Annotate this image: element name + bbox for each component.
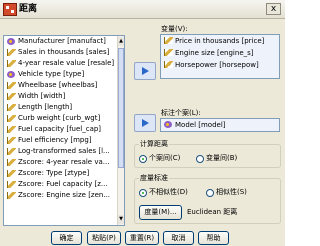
source-variable-item[interactable]: Wheelbase [wheelbas] bbox=[4, 80, 124, 91]
help-button[interactable]: 帮助 bbox=[198, 231, 229, 245]
calculate-distance-label: 计算距离 bbox=[139, 140, 169, 149]
source-variable-item[interactable]: Zscore: Fuel capacity [z... bbox=[4, 179, 124, 190]
similarities-radio[interactable] bbox=[206, 189, 214, 197]
source-variable-item[interactable]: Fuel capacity [fuel_cap] bbox=[4, 124, 124, 135]
source-variable-item-label: Zscore: Fuel capacity [z... bbox=[18, 180, 108, 188]
label-cases-field[interactable]: Model [model] bbox=[160, 118, 280, 132]
source-variable-item[interactable]: 4-year resale value [resale] bbox=[4, 58, 124, 69]
selected-variable-item[interactable]: Horsepower [horsepow] bbox=[161, 59, 279, 71]
scale-icon bbox=[7, 159, 16, 166]
source-variable-item[interactable]: Zscore: 4-year resale va... bbox=[4, 157, 124, 168]
between-variables-radio[interactable] bbox=[196, 155, 204, 163]
source-variable-item[interactable]: Curb weight [curb_wgt] bbox=[4, 113, 124, 124]
source-variable-item-label: Zscore: Engine size [zen... bbox=[18, 191, 111, 199]
variables-label: 变量(V): bbox=[161, 25, 188, 33]
scale-icon bbox=[7, 49, 16, 56]
scroll-up-arrow-icon[interactable]: ▲ bbox=[118, 37, 124, 46]
source-variable-item-label: Log-transformed sales [l... bbox=[18, 147, 110, 155]
move-to-label-cases-button[interactable] bbox=[134, 114, 156, 132]
button-bar: 确定 粘贴(P) 重置(R) 取消 帮助 bbox=[0, 230, 285, 246]
source-variable-list[interactable]: Manufacturer [manufact] Sales in thousand… bbox=[3, 35, 125, 226]
scale-icon bbox=[7, 93, 16, 100]
scale-icon bbox=[7, 60, 16, 67]
measure-label: 度量标准 bbox=[139, 174, 169, 183]
selected-variable-item-label: Price in thousands [price] bbox=[175, 37, 265, 45]
ok-button[interactable]: 确定 bbox=[51, 231, 82, 245]
calculate-distance-group: 计算距离 个案间(C) 变量间(B) bbox=[134, 140, 281, 168]
scale-icon bbox=[7, 82, 16, 89]
source-variable-item[interactable]: Fuel efficiency [mpg] bbox=[4, 135, 124, 146]
source-variable-item-label: Manufacturer [manufact] bbox=[18, 37, 106, 45]
selected-variable-item[interactable]: Price in thousands [price] bbox=[161, 35, 279, 47]
source-variable-item[interactable]: Zscore: Engine size [zen... bbox=[4, 190, 124, 201]
source-variable-item[interactable]: Manufacturer [manufact] bbox=[4, 36, 124, 47]
scale-icon bbox=[7, 181, 16, 188]
between-variables-label[interactable]: 变量间(B) bbox=[206, 154, 237, 163]
reset-button[interactable]: 重置(R) bbox=[125, 231, 159, 245]
source-variable-item-label: Fuel capacity [fuel_cap] bbox=[18, 125, 102, 133]
scale-icon bbox=[7, 192, 16, 199]
source-variable-item-label: Fuel efficiency [mpg] bbox=[18, 136, 92, 144]
selected-variable-item-label: Engine size [engine_s] bbox=[175, 49, 254, 57]
scroll-down-arrow-icon[interactable]: ▼ bbox=[118, 215, 124, 224]
scale-icon bbox=[7, 170, 16, 177]
measure-group: 度量标准 不相似性(D) 相似性(S) 度量(M)... Euclidean 距… bbox=[134, 174, 281, 224]
source-variable-item-label: 4-year resale value [resale] bbox=[18, 59, 115, 67]
spss-app-icon bbox=[3, 3, 17, 16]
paste-button[interactable]: 粘贴(P) bbox=[87, 231, 121, 245]
close-button[interactable]: x bbox=[266, 3, 281, 15]
source-variable-item[interactable]: Log-transformed sales [l... bbox=[4, 146, 124, 157]
label-cases-label: 标注个案(L): bbox=[161, 109, 201, 117]
between-cases-radio[interactable] bbox=[139, 155, 147, 163]
source-variable-item-label: Vehicle type [type] bbox=[18, 70, 85, 78]
label-cases-value: Model [model] bbox=[175, 121, 226, 129]
source-variable-item[interactable]: Vehicle type [type] bbox=[4, 69, 124, 80]
source-variable-item[interactable]: Sales in thousands [sales] bbox=[4, 47, 124, 58]
source-variable-item-label: Curb weight [curb_wgt] bbox=[18, 114, 101, 122]
cancel-button[interactable]: 取消 bbox=[163, 231, 194, 245]
label-cases-item[interactable]: Model [model] bbox=[161, 119, 279, 131]
source-variable-item-label: Sales in thousands [sales] bbox=[18, 48, 110, 56]
move-to-variables-button[interactable] bbox=[134, 62, 156, 80]
distances-dialog: 距离 x Manufacturer [manufact] Sales in tho… bbox=[0, 0, 285, 246]
similarities-label[interactable]: 相似性(S) bbox=[216, 188, 247, 197]
nominal-icon bbox=[7, 71, 15, 78]
source-variable-item-label: Wheelbase [wheelbas] bbox=[18, 81, 98, 89]
source-variable-item-label: Zscore: Type [ztype] bbox=[18, 169, 90, 177]
variables-list[interactable]: Price in thousands [price] Engine size [e… bbox=[160, 34, 280, 79]
dissimilarities-radio[interactable] bbox=[139, 189, 147, 197]
source-variable-item-label: Zscore: 4-year resale va... bbox=[18, 158, 110, 166]
scale-icon bbox=[7, 104, 16, 111]
measure-button[interactable]: 度量(M)... bbox=[139, 205, 182, 220]
selected-variable-item[interactable]: Engine size [engine_s] bbox=[161, 47, 279, 59]
scale-icon bbox=[7, 137, 16, 144]
source-variable-item[interactable]: Width [width] bbox=[4, 91, 124, 102]
nominal-icon bbox=[164, 121, 172, 128]
nominal-icon bbox=[7, 38, 15, 45]
scale-icon bbox=[164, 49, 173, 56]
scale-icon bbox=[7, 148, 16, 155]
source-variable-item[interactable]: Length [length] bbox=[4, 102, 124, 113]
source-variable-item-label: Length [length] bbox=[18, 103, 73, 111]
scale-icon bbox=[7, 115, 16, 122]
dissimilarities-label[interactable]: 不相似性(D) bbox=[149, 188, 188, 197]
window-title: 距离 bbox=[19, 4, 38, 14]
between-cases-label[interactable]: 个案间(C) bbox=[149, 154, 180, 163]
source-variable-item[interactable]: Zscore: Type [ztype] bbox=[4, 168, 124, 179]
scrollbar-thumb[interactable] bbox=[118, 48, 124, 168]
selected-variable-item-label: Horsepower [horsepow] bbox=[175, 61, 259, 69]
source-variable-item-label: Width [width] bbox=[18, 92, 66, 100]
scale-icon bbox=[164, 37, 173, 44]
scale-icon bbox=[164, 61, 173, 68]
scale-icon bbox=[7, 126, 16, 133]
title-bar: 距离 x bbox=[0, 0, 285, 19]
current-measure-text: Euclidean 距离 bbox=[187, 208, 238, 216]
